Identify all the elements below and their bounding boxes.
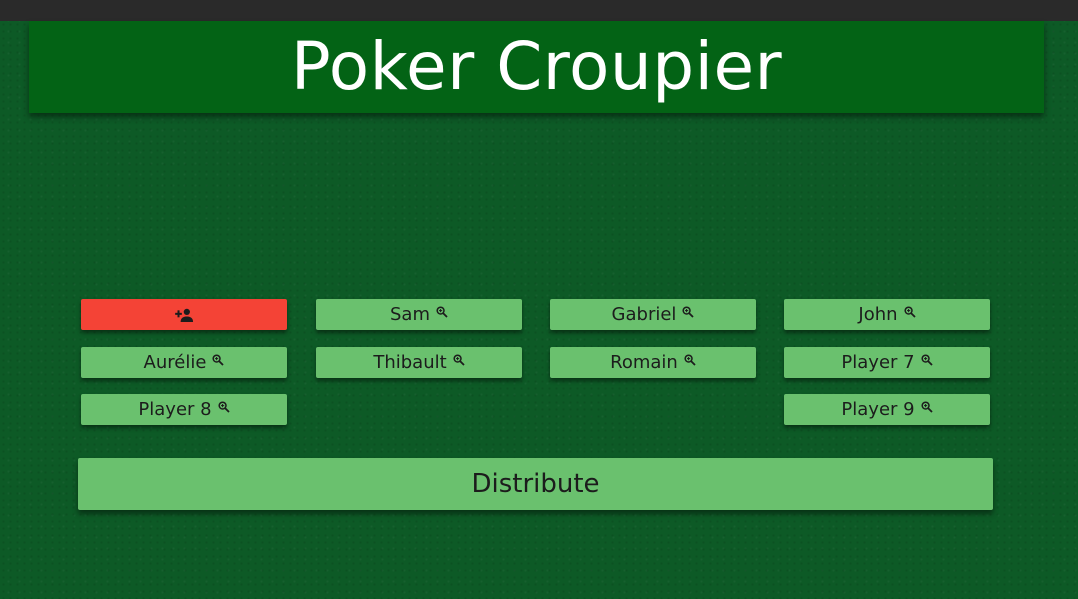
player-button-john[interactable]: John [784,299,990,330]
player-name: Player 9 [841,399,915,420]
title-banner: Poker Croupier [29,21,1044,113]
player-name: Player 8 [138,399,212,420]
player-name: Thibault [373,352,447,373]
player-button-sam[interactable]: Sam [316,299,522,330]
browser-top-bar [0,0,1078,21]
magnifier-zoom-icon [682,305,695,318]
player-button-thibault[interactable]: Thibault [316,347,522,378]
page-title: Poker Croupier [290,28,783,105]
player-name: Aurélie [143,352,207,373]
player-button-player-9[interactable]: Player 9 [784,394,990,425]
distribute-button[interactable]: Distribute [78,458,993,510]
player-name: Sam [390,304,430,325]
person-add-icon [174,308,193,322]
player-name: Gabriel [611,304,677,325]
distribute-label: Distribute [471,469,600,499]
player-button-player-7[interactable]: Player 7 [784,347,990,378]
add-player-button[interactable] [81,299,287,330]
magnifier-zoom-icon [921,400,933,413]
player-button-player-8[interactable]: Player 8 [81,394,287,425]
player-name: Player 7 [841,352,915,373]
magnifier-zoom-icon [212,353,225,366]
player-name: John [858,304,898,325]
magnifier-zoom-icon [921,353,933,366]
player-button-aurelie[interactable]: Aurélie [81,347,287,378]
magnifier-zoom-icon [684,353,696,366]
magnifier-zoom-icon [436,305,448,318]
magnifier-zoom-icon [453,353,465,366]
magnifier-zoom-icon [218,400,230,413]
player-button-romain[interactable]: Romain [550,347,756,378]
player-name: Romain [610,352,678,373]
magnifier-zoom-icon [904,305,916,318]
player-button-gabriel[interactable]: Gabriel [550,299,756,330]
